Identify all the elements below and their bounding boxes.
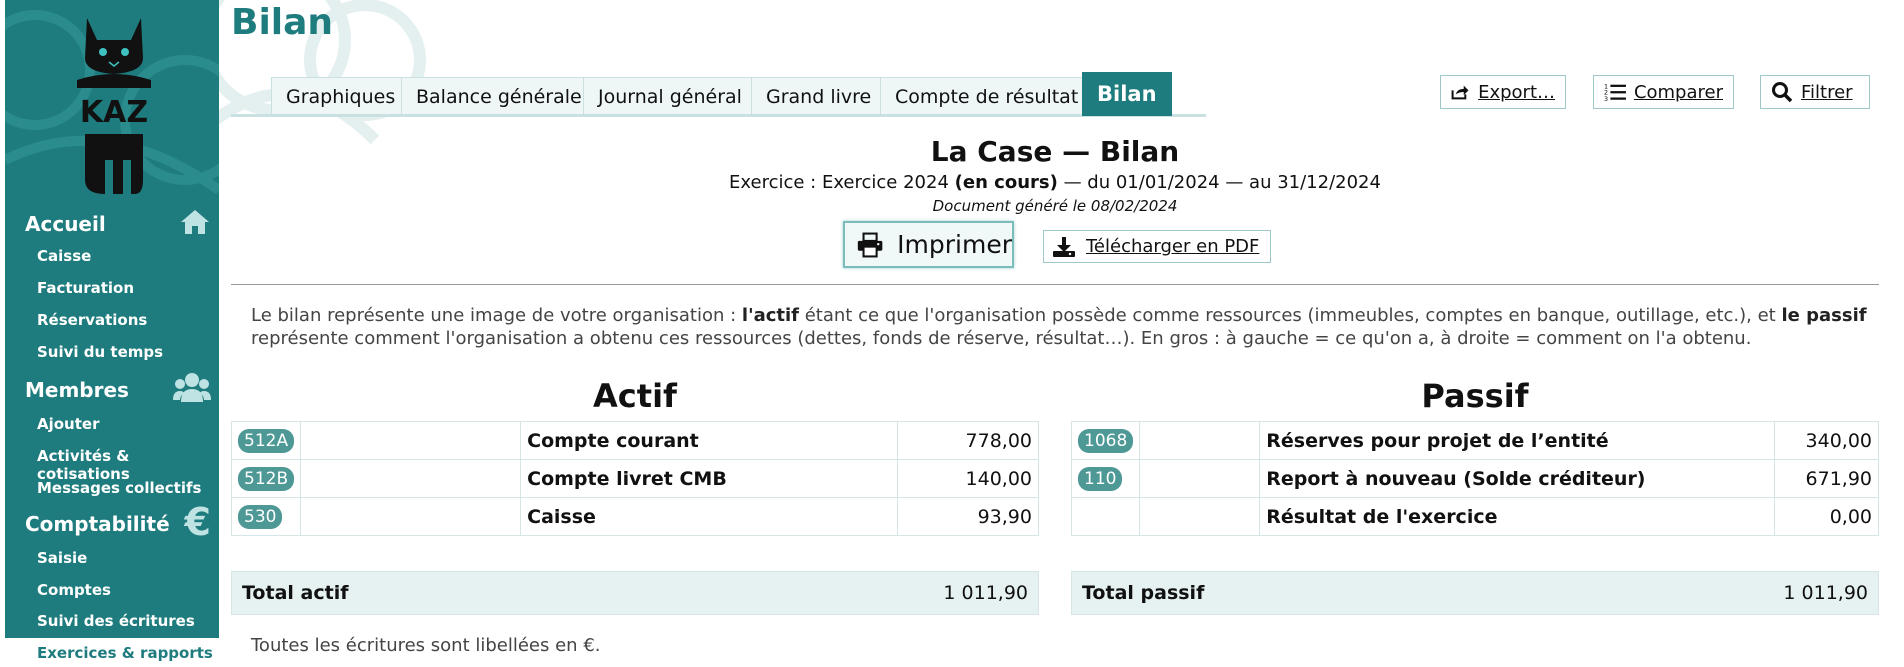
nav-item-suivi-ecritures[interactable]: Suivi des écritures — [37, 612, 195, 630]
users-icon — [173, 373, 211, 402]
nav-item-exercices-rapports[interactable]: Exercices & rapports — [5, 638, 219, 667]
table-row: 512A Compte courant 778,00 — [230, 421, 1039, 460]
account-code-badge[interactable]: 512A — [238, 428, 295, 453]
exercise-dates: — du 01/01/2024 — au 31/12/2024 — [1063, 172, 1381, 193]
tab-graphiques[interactable]: Graphiques — [271, 77, 411, 115]
total-actif-value: 1 011,90 — [943, 582, 1028, 604]
share-icon — [1451, 85, 1469, 100]
tab-compte-de-resultat[interactable]: Compte de résultat — [880, 77, 1094, 115]
account-label: Résultat de l'exercice — [1259, 497, 1775, 536]
print-button[interactable]: Imprimer — [843, 221, 1014, 268]
tab-grand-livre[interactable]: Grand livre — [751, 77, 887, 115]
total-actif-label: Total actif — [242, 582, 349, 604]
tab-balance-generale[interactable]: Balance générale — [401, 77, 597, 115]
report-title: La Case — Bilan — [930, 135, 1180, 168]
nav-item-reservations[interactable]: Réservations — [37, 311, 147, 329]
nav-item-facturation[interactable]: Facturation — [37, 279, 134, 297]
page-title: Bilan — [231, 2, 334, 43]
account-code-badge[interactable]: 530 — [238, 504, 283, 529]
nav-section-accueil[interactable]: Accueil — [25, 212, 106, 236]
passif-title: Passif — [1421, 377, 1529, 415]
exercise-line: Exercice : Exercice 2024 (en cours) — du… — [231, 172, 1879, 193]
header-divider — [231, 284, 1879, 285]
account-amount: 671,90 — [1773, 459, 1880, 498]
compare-label: Comparer — [1633, 81, 1723, 103]
download-icon — [1053, 236, 1075, 257]
print-label: Imprimer — [897, 230, 1012, 259]
passif-table: 1068 Réserves pour projet de l’entité 34… — [1070, 421, 1880, 536]
total-passif-row: Total passif 1 011,90 — [1071, 571, 1879, 615]
nav-item-ajouter[interactable]: Ajouter — [37, 415, 99, 433]
filter-label: Filtrer — [1801, 81, 1853, 103]
account-label: Compte livret CMB — [520, 459, 899, 498]
table-row: 512B Compte livret CMB 140,00 — [230, 459, 1039, 498]
nav-item-comptes[interactable]: Comptes — [37, 581, 111, 599]
nav-item-activites-cotisations[interactable]: Activités & cotisations — [37, 447, 219, 483]
tab-journal-general[interactable]: Journal général — [583, 77, 757, 115]
ordered-list-icon: 123 — [1604, 82, 1626, 103]
account-amount: 0,00 — [1773, 497, 1880, 536]
export-button[interactable]: Export… — [1440, 75, 1566, 109]
table-row: 110 Report à nouveau (Solde créditeur) 6… — [1070, 459, 1880, 498]
compare-button[interactable]: 123 Comparer — [1593, 75, 1734, 109]
account-amount: 140,00 — [897, 459, 1039, 498]
table-row: 1068 Réserves pour projet de l’entité 34… — [1070, 421, 1880, 460]
search-icon — [1772, 82, 1793, 103]
account-label: Caisse — [520, 497, 899, 536]
account-label: Report à nouveau (Solde créditeur) — [1259, 459, 1775, 498]
exercise-name: Exercice : Exercice 2024 — [729, 172, 949, 193]
kaz-logo[interactable]: KAZ — [69, 10, 159, 200]
download-pdf-button[interactable]: Télécharger en PDF — [1043, 230, 1271, 263]
nav-item-messages-collectifs[interactable]: Messages collectifs — [37, 479, 201, 497]
home-icon — [181, 210, 209, 234]
export-label: Export… — [1478, 81, 1555, 103]
actif-title: Actif — [593, 377, 677, 415]
nav-item-saisie[interactable]: Saisie — [37, 549, 87, 567]
account-code-badge[interactable]: 110 — [1078, 466, 1123, 491]
tab-bilan[interactable]: Bilan — [1082, 72, 1172, 116]
exercise-status: (en cours) — [954, 172, 1058, 193]
download-pdf-label: Télécharger en PDF — [1086, 236, 1260, 257]
account-label: Compte courant — [520, 421, 899, 460]
printer-icon — [857, 232, 883, 257]
nav-section-membres[interactable]: Membres — [25, 378, 129, 402]
sidebar: KAZ Accueil Caisse Facturation Réservati… — [5, 0, 219, 667]
table-row: 530 Caisse 93,90 — [230, 497, 1039, 536]
total-passif-value: 1 011,90 — [1783, 582, 1868, 604]
euro-icon: € — [184, 500, 211, 544]
svg-text:3: 3 — [1604, 95, 1608, 103]
account-amount: 340,00 — [1773, 421, 1880, 460]
filter-button[interactable]: Filtrer — [1760, 75, 1870, 109]
actif-table: 512A Compte courant 778,00 512B Compte l… — [230, 421, 1039, 536]
total-passif-label: Total passif — [1082, 582, 1205, 604]
total-actif-row: Total actif 1 011,90 — [231, 571, 1039, 615]
nav-item-suivi-du-temps[interactable]: Suivi du temps — [37, 343, 163, 361]
bilan-explanation: Le bilan représente une image de votre o… — [251, 305, 1867, 349]
cat-logo-icon: KAZ — [77, 18, 151, 194]
logo-text: KAZ — [80, 95, 148, 130]
table-row: Résultat de l'exercice 0,00 — [1070, 497, 1880, 536]
account-label: Réserves pour projet de l’entité — [1259, 421, 1775, 460]
currency-footnote: Toutes les écritures sont libellées en €… — [251, 635, 601, 656]
nav-section-comptabilite[interactable]: Comptabilité — [25, 512, 170, 536]
account-amount: 93,90 — [897, 497, 1039, 536]
account-amount: 778,00 — [897, 421, 1039, 460]
generated-date: Document généré le 08/02/2024 — [932, 197, 1178, 215]
account-code-badge[interactable]: 1068 — [1078, 428, 1134, 453]
nav-item-caisse[interactable]: Caisse — [37, 247, 91, 265]
account-code-badge[interactable]: 512B — [238, 466, 295, 491]
